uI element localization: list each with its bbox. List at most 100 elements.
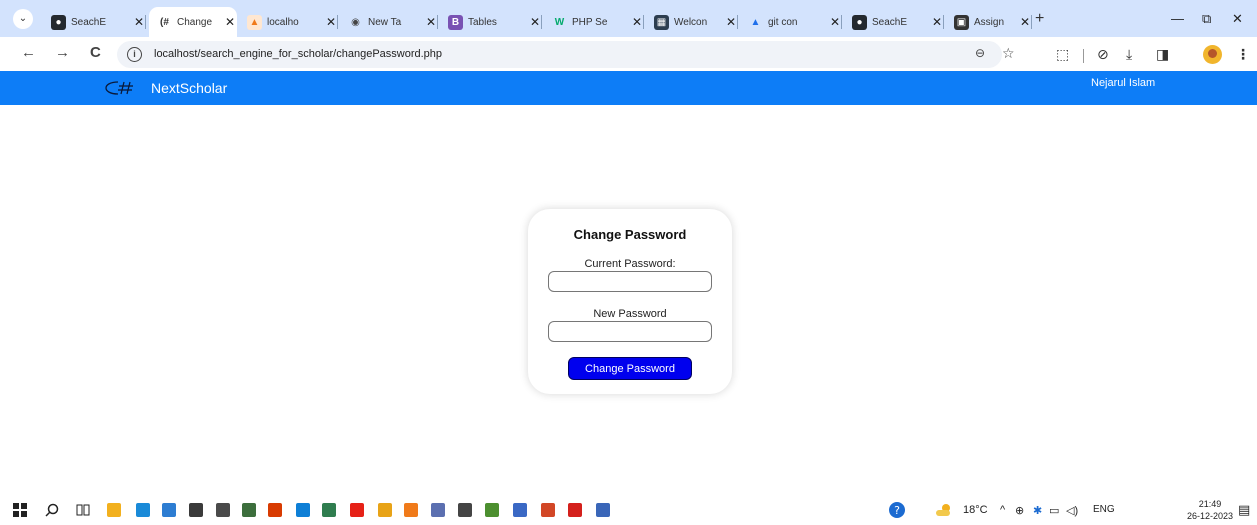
edge-icon[interactable] [136,503,150,517]
close-window-icon[interactable]: ✕ [1232,11,1243,27]
atlassian-icon: ▲ [748,14,763,30]
browser-tab-strip: ⌄ ● SeachE ✕ (# Change ✕ ▲ localho ✕ ◉ New Ta ✕ B Tab… [0,0,1257,37]
weather-temperature[interactable]: 18°C [963,504,988,516]
browser-menu-icon[interactable]: ⋮ [1236,46,1250,62]
url-text[interactable]: localhost/search_engine_for_scholar/chan… [154,48,442,60]
site-navbar: NextScholar Nejarul Islam [0,71,1257,105]
clock[interactable]: 21:49 26-12-2023 [1187,498,1233,522]
tab-title: localho [267,16,299,28]
xampp-icon[interactable] [404,503,418,517]
language-indicator[interactable]: ENG [1093,504,1115,515]
tab-close-icon[interactable]: ✕ [930,15,944,29]
back-button[interactable]: ← [21,45,36,61]
new-password-input[interactable] [548,321,712,342]
tab-close-icon[interactable]: ✕ [424,15,438,29]
network-icon[interactable]: ⊕ [1015,504,1024,517]
bookmark-star-icon[interactable]: ☆ [1002,45,1015,62]
office-icon[interactable] [268,503,282,517]
calendar-icon[interactable] [513,503,527,517]
browser-tab[interactable]: ▲ localho ✕ [239,7,338,37]
tab-close-icon[interactable]: ✕ [528,15,542,29]
browser-tab[interactable]: ▲ git con ✕ [740,7,842,37]
site-icon: ▦ [654,14,669,30]
tab-close-icon[interactable]: ✕ [724,15,738,29]
history-icon[interactable]: ⊘ [1097,46,1109,62]
new-tab-button[interactable]: + [1035,11,1044,27]
app-icon[interactable] [596,503,610,517]
notes-icon[interactable] [242,503,256,517]
browser-tab[interactable]: W PHP Se ✕ [544,7,644,37]
browser-tab[interactable]: ● SeachE ✕ [43,7,146,37]
tab-close-icon[interactable]: ✕ [828,15,842,29]
youtube-icon[interactable] [350,503,364,517]
task-view-icon[interactable] [76,503,90,517]
side-panel-icon[interactable]: ◨ [1156,46,1169,62]
tab-separator [737,15,738,29]
weather-icon[interactable] [934,502,954,518]
zoom-icon[interactable]: ⊖ [975,46,985,60]
tray-overflow-icon[interactable]: ^ [1000,504,1005,516]
minimize-icon[interactable]: — [1171,11,1184,26]
change-password-card: Change Password Current Password: New Pa… [528,209,732,394]
tab-close-icon[interactable]: ✕ [132,15,146,29]
vscode-icon[interactable] [296,503,310,517]
svg-text:?: ? [894,504,900,517]
volume-icon[interactable]: ◁) [1066,504,1078,517]
file-explorer-icon[interactable] [107,503,121,517]
browser-tab[interactable]: B Tables ✕ [440,7,542,37]
tab-separator [943,15,944,29]
tab-separator [145,15,146,29]
clock-time: 21:49 [1198,499,1222,509]
tab-search-button[interactable]: ⌄ [13,9,33,29]
xampp-icon: ▲ [247,14,262,30]
tab-separator [437,15,438,29]
extensions-icon[interactable]: ⬚ [1056,46,1069,62]
tab-title: SeachE [71,16,107,28]
address-bar[interactable]: i localhost/search_engine_for_scholar/ch… [117,41,1015,68]
help-icon[interactable]: ? [888,501,906,519]
mail-icon[interactable] [189,503,203,517]
brand-name[interactable]: NextScholar [151,80,227,96]
brand-logo-icon[interactable] [104,80,138,96]
notification-icon[interactable]: ▤ [1238,502,1250,518]
site-info-icon[interactable]: i [127,47,142,62]
form-title: Change Password [573,227,687,242]
terminal-icon[interactable] [216,503,230,517]
download-icon[interactable]: ⤓ [1126,46,1132,62]
keyboard-icon[interactable] [458,503,472,517]
whiteboard-icon[interactable] [322,503,336,517]
reload-button[interactable]: C [90,45,101,61]
tab-close-icon[interactable]: ✕ [1018,15,1032,29]
browser-tab[interactable]: (# Change ✕ [149,7,237,37]
profile-avatar[interactable] [1203,45,1222,64]
clock-date: 26-12-2023 [1187,511,1234,521]
acrobat-icon[interactable] [568,503,582,517]
browser-toolbar: ← → C i localhost/search_engine_for_scho… [0,37,1257,71]
search-icon[interactable] [45,503,59,517]
tab-title: Welcon [674,16,708,28]
db-icon[interactable] [431,503,445,517]
browser-tab[interactable]: ▣ Assign ✕ [946,7,1032,37]
browser-tab[interactable]: ◉ New Ta ✕ [340,7,438,37]
current-password-input[interactable] [548,271,712,292]
tab-close-icon[interactable]: ✕ [630,15,644,29]
tab-title: git con [768,16,798,28]
user-name[interactable]: Nejarul Islam [1091,77,1155,89]
chrome-icon[interactable] [378,503,392,517]
paint-icon[interactable] [485,503,499,517]
maximize-icon[interactable]: ⧉ [1202,11,1211,27]
browser-tab[interactable]: ▦ Welcon ✕ [646,7,738,37]
tab-title: PHP Se [572,16,608,28]
battery-icon[interactable]: ▭ [1049,504,1059,517]
tab-close-icon[interactable]: ✕ [324,15,338,29]
change-password-button[interactable]: Change Password [568,357,692,380]
tab-close-icon[interactable]: ✕ [223,15,237,29]
new-password-label: New Password [593,308,667,320]
windows-taskbar: ? 18°C ^ ⊕ ✱ ▭ ◁) ENG 21:49 26-12-2023 ▤ [0,495,1257,525]
browser-tab[interactable]: ● SeachE ✕ [844,7,944,37]
powerpoint-icon[interactable] [541,503,555,517]
store-icon[interactable] [162,503,176,517]
bluetooth-icon[interactable]: ✱ [1033,504,1042,517]
windows-start-icon[interactable] [13,503,27,517]
forward-button[interactable]: → [55,45,70,61]
